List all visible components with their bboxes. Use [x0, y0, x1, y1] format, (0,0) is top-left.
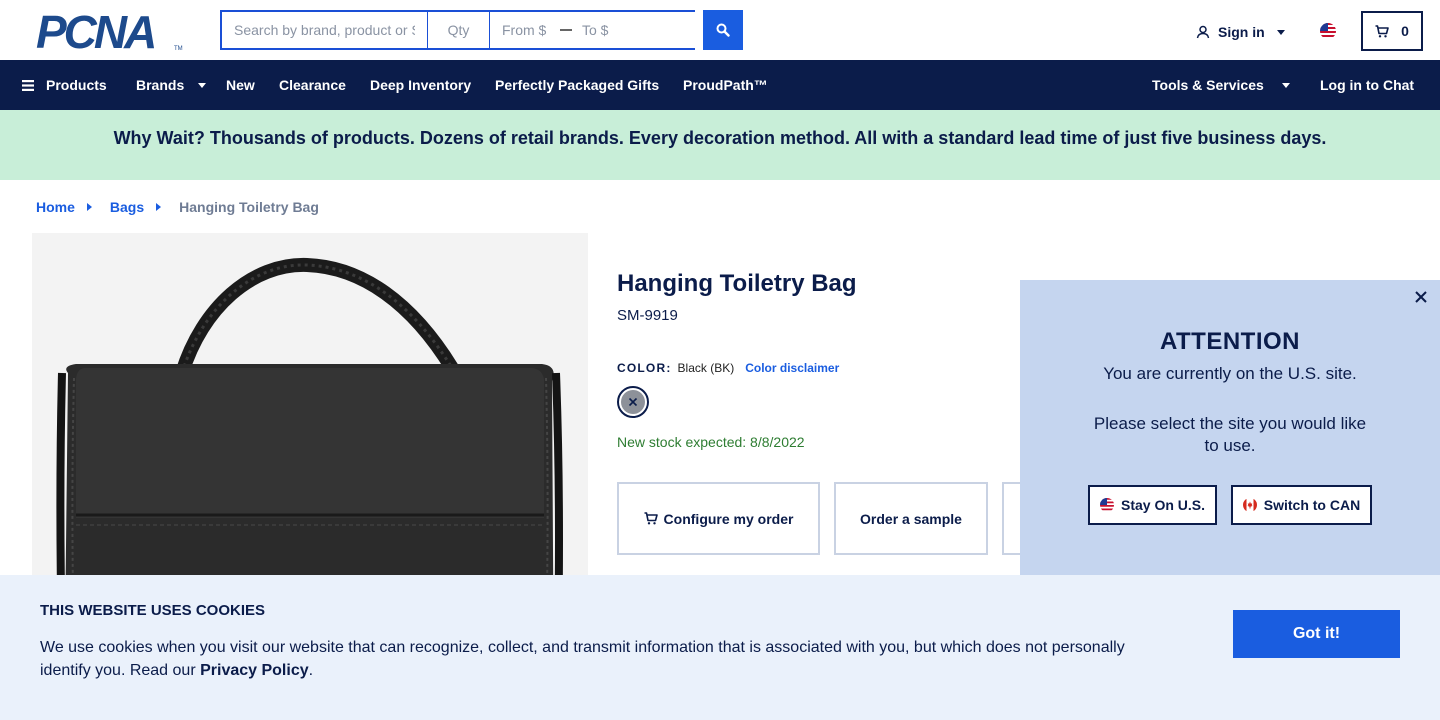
user-icon: [1196, 25, 1210, 39]
privacy-policy-link[interactable]: Privacy Policy: [200, 662, 309, 679]
switch-can-label: Switch to CAN: [1263, 497, 1361, 513]
nav-deep-inventory-label: Deep Inventory: [370, 77, 472, 93]
price-range-separator: [560, 12, 572, 48]
us-flag-icon: [1099, 498, 1114, 512]
promo-text: Why Wait? Thousands of products. Dozens …: [113, 127, 1327, 148]
main-nav: Products Brands New Clearance Deep Inven…: [0, 60, 1440, 110]
nav-deep-inventory[interactable]: Deep Inventory: [370, 60, 471, 110]
search-button[interactable]: [703, 10, 743, 50]
cookie-title: THIS WEBSITE USES COOKIES: [40, 602, 266, 619]
nav-proudpath[interactable]: ProudPath™: [683, 60, 768, 110]
nav-tools-services[interactable]: Tools & Services: [1152, 60, 1290, 110]
pcna-logo[interactable]: PCNA TM: [36, 6, 184, 58]
nav-products[interactable]: Products: [22, 60, 107, 110]
product-sku: SM-9919: [617, 307, 678, 324]
cookie-body-end: .: [308, 662, 314, 679]
hamburger-icon: [22, 79, 34, 91]
site-selection-popup: ATTENTION You are currently on the U.S. …: [1020, 280, 1440, 580]
chevron-down-icon: [1276, 29, 1285, 35]
nav-tools-label: Tools & Services: [1152, 77, 1264, 93]
unavailable-x-icon: [628, 397, 638, 407]
color-disclaimer-link[interactable]: Color disclaimer: [745, 361, 839, 375]
nav-new-label: New: [226, 77, 255, 93]
stay-us-label: Stay On U.S.: [1120, 497, 1206, 513]
search-input[interactable]: [222, 12, 428, 48]
breadcrumb-separator-icon: [156, 203, 162, 211]
sign-in-menu[interactable]: Sign in: [1196, 22, 1285, 42]
switch-can-button[interactable]: Switch to CAN: [1231, 485, 1372, 525]
logo-graphic: PCNA TM: [36, 6, 183, 58]
color-label: COLOR:: [617, 361, 672, 375]
canada-flag-icon: [1242, 498, 1257, 512]
breadcrumb-bags[interactable]: Bags: [110, 199, 144, 215]
cart-count: 0: [1401, 23, 1409, 39]
nav-proudpath-label: ProudPath™: [683, 77, 768, 93]
nav-clearance-label: Clearance: [279, 77, 346, 93]
nav-products-label: Products: [46, 77, 107, 93]
cart-icon: [1375, 24, 1389, 37]
nav-gifts-label: Perfectly Packaged Gifts: [495, 77, 660, 93]
stock-note: New stock expected: 8/8/2022: [617, 434, 805, 450]
breadcrumb-current: Hanging Toiletry Bag: [179, 199, 319, 215]
nav-brands[interactable]: Brands: [136, 60, 207, 110]
attention-instruction: Please select the site you would like to…: [1093, 414, 1367, 455]
nav-brands-label: Brands: [136, 77, 185, 93]
attention-heading: ATTENTION: [1159, 328, 1301, 355]
nav-new[interactable]: New: [226, 60, 255, 110]
swatch-fill: [621, 390, 645, 414]
nav-chat-label: Log in to Chat: [1320, 77, 1415, 93]
breadcrumb-separator-icon: [86, 203, 92, 211]
page: PCNA TM Sign in: [0, 0, 1440, 720]
color-value: Black (BK): [677, 361, 735, 375]
logo-text: PCNA: [36, 12, 154, 52]
chevron-down-icon: [198, 82, 207, 88]
promo-banner: Why Wait? Thousands of products. Dozens …: [0, 110, 1440, 180]
logo-trademark: TM: [174, 46, 183, 52]
breadcrumb: Home Bags Hanging Toiletry Bag: [36, 198, 319, 216]
us-flag-icon[interactable]: [1320, 23, 1336, 39]
cart-icon: [644, 512, 658, 525]
close-icon[interactable]: [1412, 288, 1430, 306]
cookie-banner: THIS WEBSITE USES COOKIES We use cookies…: [0, 575, 1440, 720]
breadcrumb-home[interactable]: Home: [36, 199, 75, 215]
top-header: PCNA TM Sign in: [0, 0, 1440, 60]
attention-current-site: You are currently on the U.S. site.: [1103, 364, 1357, 383]
color-swatch-black[interactable]: [617, 386, 649, 418]
cookie-body: We use cookies when you visit our websit…: [40, 636, 1150, 682]
price-from-input[interactable]: [490, 12, 560, 48]
color-row: COLOR: Black (BK) Color disclaimer: [617, 361, 839, 375]
nav-clearance[interactable]: Clearance: [279, 60, 346, 110]
configure-order-label: Configure my order: [663, 510, 794, 527]
search-icon: [716, 23, 730, 37]
search-bar: [220, 10, 773, 50]
nav-gifts[interactable]: Perfectly Packaged Gifts: [495, 60, 659, 110]
product-title: Hanging Toiletry Bag: [617, 270, 857, 297]
sign-in-label: Sign in: [1218, 24, 1265, 40]
cart-button[interactable]: 0: [1361, 11, 1423, 51]
nav-chat-login[interactable]: Log in to Chat: [1320, 60, 1414, 110]
stay-us-button[interactable]: Stay On U.S.: [1088, 485, 1217, 525]
order-sample-label: Order a sample: [860, 510, 962, 527]
qty-input[interactable]: [428, 12, 490, 48]
cookie-accept-button[interactable]: Got it!: [1233, 610, 1400, 658]
order-sample-button[interactable]: Order a sample: [834, 482, 988, 555]
configure-order-button[interactable]: Configure my order: [617, 482, 820, 555]
chevron-down-icon: [1281, 82, 1290, 88]
